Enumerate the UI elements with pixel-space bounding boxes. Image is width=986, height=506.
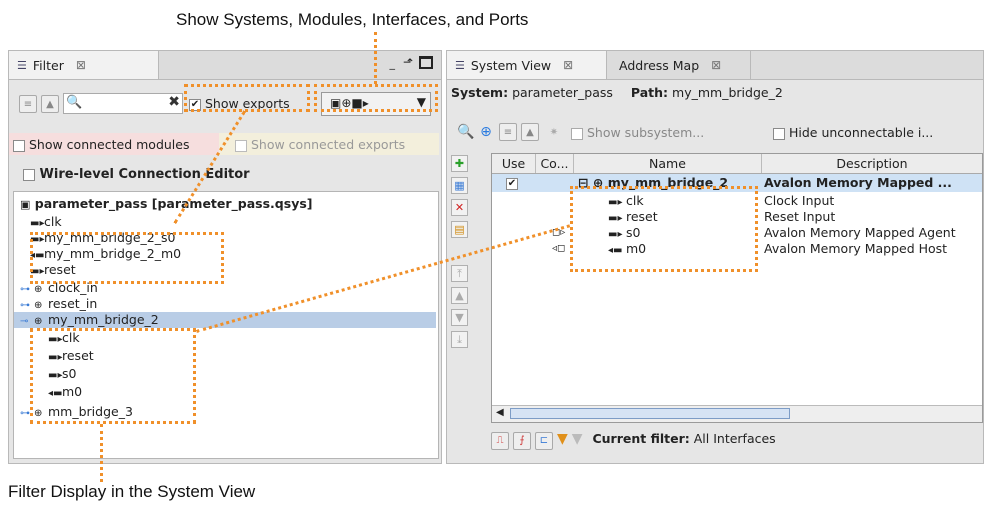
- row-description: Avalon Memory Mapped Host: [764, 241, 948, 256]
- system-value: parameter_pass: [512, 85, 613, 100]
- callout-top: Show Systems, Modules, Interfaces, and P…: [176, 10, 529, 29]
- show-connected-exports-label: Show connected exports: [250, 137, 406, 152]
- tree-item-clk[interactable]: ▬▸clk: [30, 214, 62, 230]
- tree-root-label: parameter_pass [parameter_pass.qsys]: [34, 196, 313, 211]
- system-tabbar: ☰ System View ⊠ Address Map ⊠: [447, 51, 983, 80]
- use-checkbox[interactable]: ✔: [506, 175, 518, 191]
- tree-item-label: my_mm_bridge_2: [48, 312, 159, 327]
- tab-system-view[interactable]: ☰ System View ⊠: [447, 51, 607, 79]
- current-filter-label: Current filter:: [592, 431, 690, 446]
- move-up-button[interactable]: ▲: [41, 95, 59, 113]
- hide-unconnectable-checkbox[interactable]: Hide unconnectable i...: [773, 125, 933, 140]
- highlight-display-dropdown: [314, 84, 438, 112]
- add-component-icon[interactable]: ▦: [451, 177, 468, 194]
- close-icon[interactable]: ⊠: [711, 58, 721, 72]
- move-bottom-icon[interactable]: ⤓: [451, 331, 468, 348]
- path-label: Path:: [630, 85, 669, 100]
- row-description: Avalon Memory Mapped Agent: [764, 225, 956, 240]
- move-down-icon[interactable]: ▼: [451, 309, 468, 326]
- connector-bottom: [100, 424, 104, 482]
- callout-bottom: Filter Display in the System View: [8, 482, 256, 501]
- add-icon[interactable]: ✚: [451, 155, 468, 172]
- show-connected-modules-check: [13, 139, 25, 152]
- system-view-tab-icon: ☰: [455, 58, 465, 72]
- zoom-out-icon[interactable]: 🔍: [457, 123, 475, 141]
- row-description: Reset Input: [764, 209, 836, 224]
- filter-search-input[interactable]: 🔍 ✖: [63, 93, 183, 114]
- interface-filter-icon[interactable]: ⊏: [534, 431, 553, 450]
- show-connected-modules-checkbox[interactable]: Show connected modules: [13, 137, 189, 152]
- connection-host-icon[interactable]: ◃◻: [552, 241, 565, 257]
- collapse-all-button[interactable]: ≡: [19, 95, 37, 113]
- system-icon: ▣: [20, 198, 31, 211]
- tab-filter[interactable]: ☰ Filter ⊠: [9, 51, 159, 79]
- search-icon: 🔍: [66, 95, 83, 110]
- current-filter-value: All Interfaces: [693, 431, 776, 446]
- clear-filter-icon[interactable]: ▼: [572, 431, 583, 447]
- filter-icon[interactable]: ▼: [557, 431, 568, 447]
- zoom-in-icon[interactable]: ⊕: [477, 123, 495, 141]
- minimize-icon[interactable]: _: [390, 57, 396, 70]
- show-subsystem-label: Show subsystem...: [586, 125, 705, 140]
- scrollbar-thumb[interactable]: [510, 408, 790, 419]
- col-connections[interactable]: Co...: [536, 154, 574, 173]
- reset-filter-icon[interactable]: ⨍: [512, 431, 531, 450]
- grid-header: Use Co... Name Description: [492, 154, 982, 174]
- tree-item-label: clk: [44, 214, 62, 229]
- maximize-icon[interactable]: [419, 56, 433, 69]
- path-value: my_mm_bridge_2: [672, 85, 783, 100]
- tree-item-reset-in[interactable]: ⊶ ⊕ reset_in: [20, 296, 97, 312]
- horizontal-scrollbar[interactable]: ◀: [492, 405, 982, 422]
- show-subsystem-checkbox[interactable]: Show subsystem...: [571, 125, 704, 140]
- close-icon[interactable]: ⊠: [563, 58, 573, 72]
- edit-icon[interactable]: ▤: [451, 221, 468, 238]
- filter-tab-label: Filter: [32, 57, 64, 73]
- move-top-icon[interactable]: ⤒: [451, 265, 468, 282]
- connector-top: [374, 32, 378, 84]
- tab-label: System View: [470, 57, 552, 73]
- tree-item-label: reset_in: [48, 296, 98, 311]
- tree-item-my-mm-bridge-2[interactable]: ⊸ ⊕ my_mm_bridge_2: [14, 312, 436, 328]
- hide-unconnectable-check: [773, 127, 785, 140]
- row-description: Clock Input: [764, 193, 835, 208]
- highlight-exported-ports: [30, 232, 224, 284]
- col-use[interactable]: Use: [492, 154, 536, 173]
- detach-icon[interactable]: ⬏: [403, 55, 413, 69]
- highlight-system-view-rows: [570, 186, 758, 272]
- hide-unconnectable-label: Hide unconnectable i...: [788, 125, 934, 140]
- settings-icon[interactable]: ✷: [545, 123, 563, 141]
- move-up-button[interactable]: ▲: [521, 123, 539, 141]
- collapse-all-button[interactable]: ≡: [499, 123, 517, 141]
- col-name[interactable]: Name: [574, 154, 762, 173]
- wire-level-label: Wire-level Connection Editor: [39, 167, 250, 182]
- wire-level-check: [23, 168, 35, 181]
- col-description[interactable]: Description: [762, 154, 982, 173]
- row-description: Avalon Memory Mapped ...: [764, 175, 952, 190]
- tab-label: Address Map: [619, 57, 700, 73]
- filter-bar: ⎍ ⨍ ⊏ ▼ ▼ Current filter: All Interfaces: [491, 431, 776, 450]
- show-subsystem-check: [571, 127, 583, 140]
- move-up-icon[interactable]: ▲: [451, 287, 468, 304]
- show-connected-exports-checkbox[interactable]: Show connected exports: [235, 137, 405, 152]
- use-check: ✔: [506, 177, 518, 190]
- scroll-left-icon[interactable]: ◀: [496, 407, 504, 418]
- clock-filter-icon[interactable]: ⎍: [491, 431, 509, 450]
- show-connected-exports-check: [235, 139, 247, 152]
- clear-icon[interactable]: ✖: [168, 94, 180, 110]
- wire-level-checkbox[interactable]: Wire-level Connection Editor: [23, 167, 250, 182]
- remove-icon[interactable]: ✕: [451, 199, 468, 216]
- show-connected-modules-label: Show connected modules: [28, 137, 190, 152]
- tree-root[interactable]: ▣ parameter_pass [parameter_pass.qsys]: [20, 196, 313, 212]
- highlight-show-exports: [184, 84, 310, 112]
- tab-address-map[interactable]: Address Map ⊠: [611, 51, 751, 79]
- highlight-module-ports: [30, 328, 196, 424]
- system-path-bar: System: parameter_pass Path: my_mm_bridg…: [451, 85, 783, 100]
- close-icon[interactable]: ⊠: [76, 58, 86, 72]
- system-label: System:: [451, 85, 509, 100]
- filter-tab-icon: ☰: [17, 58, 27, 72]
